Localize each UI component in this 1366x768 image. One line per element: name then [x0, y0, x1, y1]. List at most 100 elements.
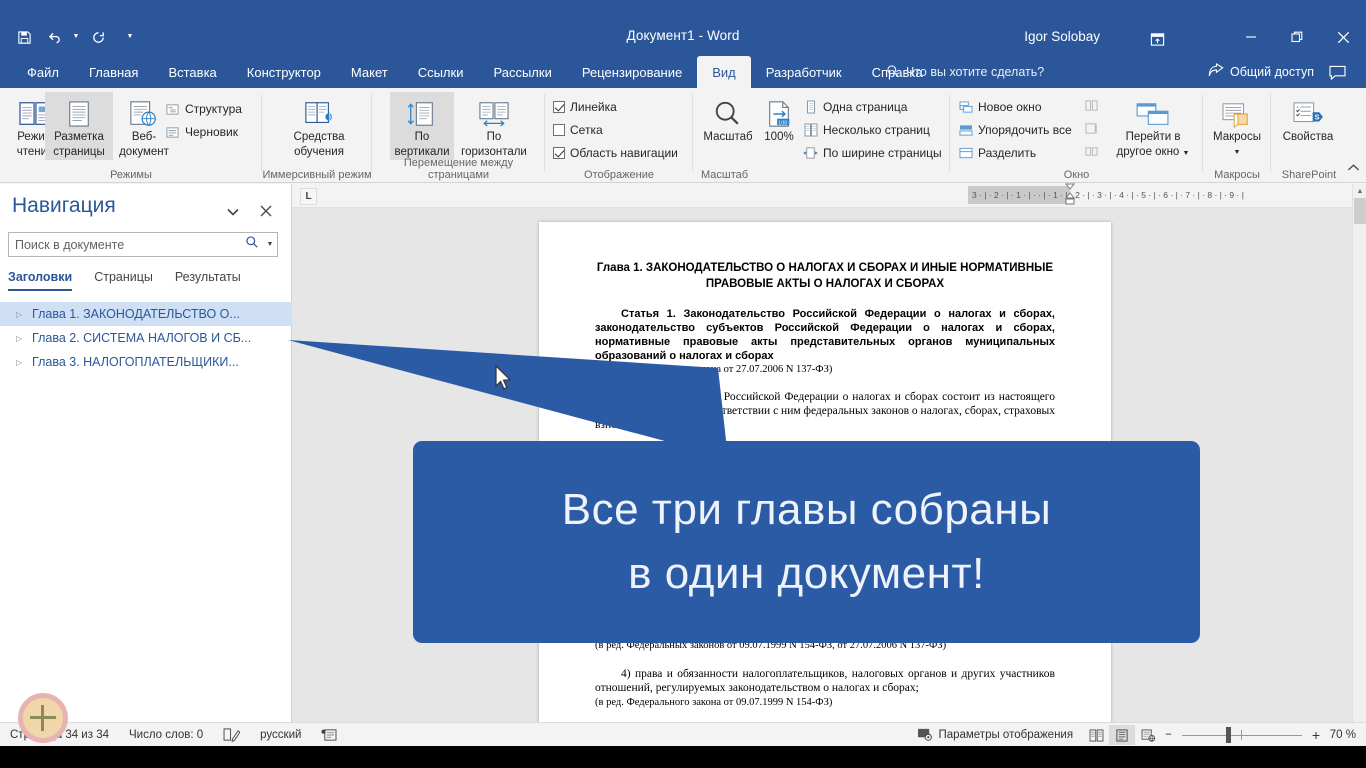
zoom-100-button[interactable]: 100 100%: [755, 92, 803, 160]
one-page-button[interactable]: Одна страница: [803, 96, 907, 118]
nav-tab-results[interactable]: Результаты: [175, 270, 241, 291]
properties-icon: S: [1291, 95, 1325, 129]
scroll-up-icon[interactable]: ▲: [1353, 184, 1366, 198]
ribbon-group-window: Новое окно Упорядочить все Разделить Пер…: [950, 88, 1203, 183]
print-layout-view-button[interactable]: [1109, 725, 1136, 745]
zoom-button[interactable]: Масштаб: [699, 92, 757, 160]
nav-tab-headings[interactable]: Заголовки: [8, 270, 73, 291]
ribbon-group-immersive-label: Иммерсивный режим: [262, 169, 372, 181]
zoom-slider-thumb[interactable]: [1225, 727, 1231, 743]
view-side-by-side-icon[interactable]: [1085, 94, 1098, 116]
tab-mailings[interactable]: Рассылки: [478, 56, 566, 88]
tab-review[interactable]: Рецензирование: [567, 56, 697, 88]
chevron-right-icon[interactable]: ▷: [16, 358, 32, 367]
tab-stop-selector[interactable]: L: [300, 188, 317, 205]
zoom-slider[interactable]: [1181, 725, 1302, 745]
ruler-checkbox-box[interactable]: [553, 101, 565, 113]
view-web-layout-label-2: документ: [119, 146, 169, 158]
display-settings-button[interactable]: Параметры отображения: [907, 727, 1083, 744]
proofing-icon[interactable]: [213, 727, 250, 742]
nav-heading-item-2[interactable]: ▷ Глава 2. СИСТЕМА НАЛОГОВ И СБ...: [0, 326, 292, 350]
switch-windows-button[interactable]: Перейти в другое окно ▼: [1110, 92, 1196, 160]
web-layout-view-button[interactable]: [1135, 725, 1161, 745]
reset-window-position-icon[interactable]: [1085, 140, 1098, 162]
show-gridlines-label: Сетка: [570, 123, 603, 137]
navigation-tabs: Заголовки Страницы Результаты: [8, 270, 241, 291]
tab-references[interactable]: Ссылки: [403, 56, 479, 88]
macros-caret-icon[interactable]: ▼: [1234, 146, 1241, 159]
ruler-scale: 3 · | · 2 · | · 1 · | · · | · 1 · | · 2 …: [968, 186, 1346, 204]
arrange-all-button[interactable]: Упорядочить все: [958, 119, 1072, 141]
zoom-out-button[interactable]: −: [1161, 729, 1176, 741]
horizontal-scroll-button[interactable]: По горизонтали: [456, 92, 532, 160]
restore-icon[interactable]: [1274, 18, 1320, 56]
properties-button[interactable]: S Свойства: [1275, 92, 1341, 160]
minimize-icon[interactable]: [1228, 18, 1274, 56]
tab-developer[interactable]: Разработчик: [751, 56, 857, 88]
tab-layout[interactable]: Макет: [336, 56, 403, 88]
view-draft-button[interactable]: Черновик: [165, 121, 238, 143]
word-count[interactable]: Число слов: 0: [119, 729, 213, 741]
document-heading: Глава 1. ЗАКОНОДАТЕЛЬСТВО О НАЛОГАХ И СБ…: [596, 262, 1054, 290]
arrange-all-icon: [958, 123, 973, 138]
new-window-button[interactable]: Новое окно: [958, 96, 1042, 118]
navigation-headings-list: ▷ Глава 1. ЗАКОНОДАТЕЛЬСТВО О... ▷ Глава…: [0, 302, 292, 374]
tab-file[interactable]: Файл: [12, 56, 74, 88]
banner-line-1: Все три главы собраны: [561, 485, 1052, 534]
switch-windows-label-1: Перейти в: [1125, 131, 1181, 143]
tab-home[interactable]: Главная: [74, 56, 153, 88]
new-window-icon: [958, 100, 973, 115]
macros-icon: [1220, 95, 1254, 129]
show-navigation-pane-checkbox[interactable]: Область навигации: [553, 142, 678, 164]
comments-icon[interactable]: [1320, 56, 1354, 88]
view-outline-button[interactable]: Структура: [165, 98, 242, 120]
ribbon-group-show-label: Отображение: [584, 169, 654, 181]
search-input[interactable]: Поиск в документе ▼: [8, 232, 278, 257]
ribbon-display-options-icon[interactable]: [1142, 26, 1172, 52]
search-options-icon[interactable]: ▼: [263, 241, 277, 248]
close-icon[interactable]: [255, 200, 277, 222]
ribbon-group-zoom-label: Масштаб: [701, 169, 749, 181]
nav-heading-item-3[interactable]: ▷ Глава 3. НАЛОГОПЛАТЕЛЬЩИКИ...: [0, 350, 292, 374]
accessibility-icon[interactable]: [311, 728, 347, 742]
svg-text:100: 100: [778, 120, 787, 126]
learning-tools-button[interactable]: Средства обучения: [281, 92, 357, 160]
navigation-pane-checkbox-box[interactable]: [553, 147, 565, 159]
language-indicator[interactable]: русский: [250, 729, 311, 741]
read-mode-view-button[interactable]: [1083, 725, 1109, 745]
tab-design[interactable]: Конструктор: [232, 56, 336, 88]
learning-tools-label-1: Средства: [293, 131, 345, 143]
callout-banner: Все три главы собраны в один документ!: [413, 441, 1200, 643]
collapse-ribbon-icon[interactable]: [1347, 160, 1360, 178]
scrollbar-thumb[interactable]: [1354, 198, 1366, 224]
view-draft-label: Черновик: [185, 125, 238, 139]
tab-insert[interactable]: Вставка: [153, 56, 231, 88]
chevron-down-icon[interactable]: [223, 202, 243, 222]
zoom-in-button[interactable]: +: [1308, 727, 1324, 743]
navigation-pane: Навигация Поиск в документе ▼ Заголовки …: [0, 184, 292, 722]
tab-view[interactable]: Вид: [697, 56, 751, 88]
share-button[interactable]: Общий доступ: [1208, 56, 1314, 88]
gridlines-checkbox-box[interactable]: [553, 124, 565, 136]
zoom-level-label[interactable]: 70 %: [1324, 729, 1366, 741]
screen-recorder-indicator: [18, 693, 68, 743]
vertical-scroll-button[interactable]: По вертикали: [390, 92, 454, 160]
chevron-right-icon[interactable]: ▷: [16, 310, 32, 319]
page-width-button[interactable]: По ширине страницы: [803, 142, 942, 164]
multiple-pages-button[interactable]: Несколько страниц: [803, 119, 930, 141]
vertical-scrollbar[interactable]: ▲: [1352, 184, 1366, 722]
close-icon[interactable]: [1320, 18, 1366, 56]
tell-me-search[interactable]: Что вы хотите сделать?: [886, 56, 1044, 88]
indent-markers-icon[interactable]: [1063, 182, 1077, 213]
split-button[interactable]: Разделить: [958, 142, 1036, 164]
nav-tab-pages[interactable]: Страницы: [94, 270, 153, 291]
nav-heading-item-1[interactable]: ▷ Глава 1. ЗАКОНОДАТЕЛЬСТВО О...: [0, 302, 292, 326]
search-icon[interactable]: [241, 235, 263, 254]
show-ruler-checkbox[interactable]: Линейка: [553, 96, 617, 118]
view-print-layout-button[interactable]: Разметка страницы: [45, 92, 113, 160]
show-gridlines-checkbox[interactable]: Сетка: [553, 119, 603, 141]
synchronous-scrolling-icon[interactable]: [1085, 117, 1098, 139]
user-account-name[interactable]: Igor Solobay: [1024, 29, 1100, 44]
macros-button[interactable]: Макросы ▼: [1205, 92, 1269, 160]
chevron-right-icon[interactable]: ▷: [16, 334, 32, 343]
